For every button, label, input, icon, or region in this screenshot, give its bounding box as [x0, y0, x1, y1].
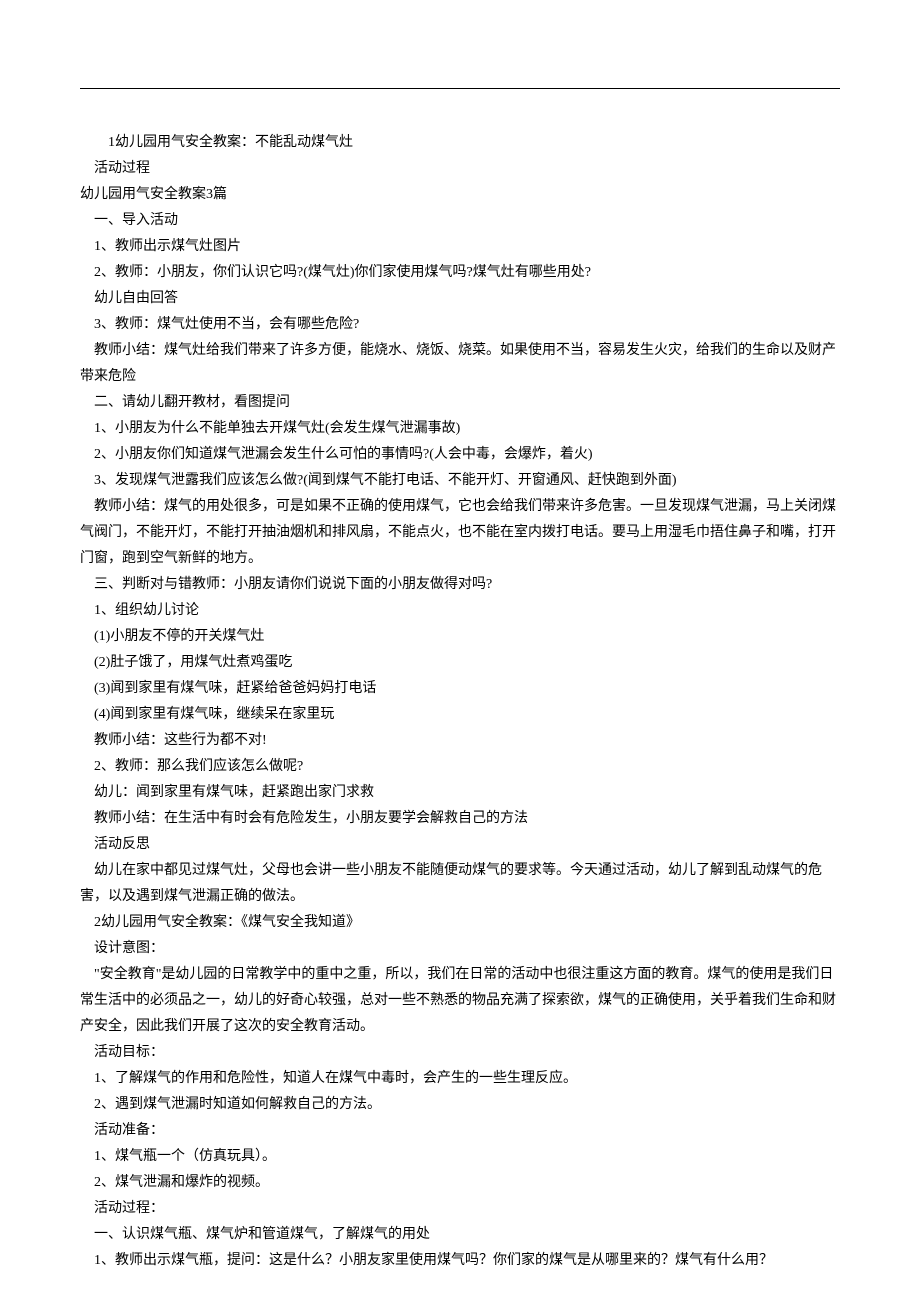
paragraph: "安全教育"是幼儿园的日常教学中的重中之重，所以，我们在日常的活动中也很注重这方… [80, 962, 840, 1040]
paragraph: (2)肚子饿了，用煤气灶煮鸡蛋吃 [80, 650, 840, 676]
paragraph: 一、认识煤气瓶、煤气炉和管道煤气，了解煤气的用处 [80, 1222, 840, 1248]
paragraph: 活动准备： [80, 1118, 840, 1144]
paragraph: 1、小朋友为什么不能单独去开煤气灶(会发生煤气泄漏事故) [80, 416, 840, 442]
paragraph: 1幼儿园用气安全教案：不能乱动煤气灶 [80, 130, 840, 156]
paragraph: 教师小结：在生活中有时会有危险发生，小朋友要学会解救自己的方法 [80, 806, 840, 832]
paragraph: 幼儿在家中都见过煤气灶，父母也会讲一些小朋友不能随便动煤气的要求等。今天通过活动… [80, 858, 840, 910]
paragraph: 一、导入活动 [80, 208, 840, 234]
paragraph: 2、遇到煤气泄漏时知道如何解救自己的方法。 [80, 1092, 840, 1118]
paragraph: 1、组织幼儿讨论 [80, 598, 840, 624]
paragraph: 2、小朋友你们知道煤气泄漏会发生什么可怕的事情吗?(人会中毒，会爆炸，着火) [80, 442, 840, 468]
paragraph: 教师小结：煤气的用处很多，可是如果不正确的使用煤气，它也会给我们带来许多危害。一… [80, 494, 840, 572]
paragraph: 2幼儿园用气安全教案：《煤气安全我知道》 [80, 910, 840, 936]
paragraph: 活动目标： [80, 1040, 840, 1066]
paragraph: 二、请幼儿翻开教材，看图提问 [80, 390, 840, 416]
paragraph: (1)小朋友不停的开关煤气灶 [80, 624, 840, 650]
paragraph: 1、了解煤气的作用和危险性，知道人在煤气中毒时，会产生的一些生理反应。 [80, 1066, 840, 1092]
paragraph: 3、教师：煤气灶使用不当，会有哪些危险? [80, 312, 840, 338]
paragraph: 幼儿园用气安全教案3篇 [80, 182, 840, 208]
page: 1幼儿园用气安全教案：不能乱动煤气灶活动过程幼儿园用气安全教案3篇一、导入活动1… [0, 0, 920, 1302]
header-divider [80, 88, 840, 89]
paragraph: 2、煤气泄漏和爆炸的视频。 [80, 1170, 840, 1196]
paragraph: 活动过程 [80, 156, 840, 182]
paragraph: 活动反思 [80, 832, 840, 858]
paragraph: (3)闻到家里有煤气味，赶紧给爸爸妈妈打电话 [80, 676, 840, 702]
paragraph: 幼儿自由回答 [80, 286, 840, 312]
paragraph: 3、发现煤气泄露我们应该怎么做?(闻到煤气不能打电话、不能开灯、开窗通风、赶快跑… [80, 468, 840, 494]
paragraph: 教师小结：这些行为都不对! [80, 728, 840, 754]
paragraph: 1、煤气瓶一个（仿真玩具）。 [80, 1144, 840, 1170]
paragraph: 三、判断对与错教师：小朋友请你们说说下面的小朋友做得对吗? [80, 572, 840, 598]
paragraph: 2、教师：小朋友，你们认识它吗?(煤气灶)你们家使用煤气吗?煤气灶有哪些用处? [80, 260, 840, 286]
paragraph: 1、教师出示煤气瓶，提问：这是什么？小朋友家里使用煤气吗？你们家的煤气是从哪里来… [80, 1248, 840, 1274]
paragraph: (4)闻到家里有煤气味，继续呆在家里玩 [80, 702, 840, 728]
paragraph: 活动过程： [80, 1196, 840, 1222]
paragraph: 教师小结：煤气灶给我们带来了许多方便，能烧水、烧饭、烧菜。如果使用不当，容易发生… [80, 338, 840, 390]
paragraph: 1、教师出示煤气灶图片 [80, 234, 840, 260]
paragraph: 设计意图： [80, 936, 840, 962]
paragraph: 幼儿：闻到家里有煤气味，赶紧跑出家门求救 [80, 780, 840, 806]
document-body: 1幼儿园用气安全教案：不能乱动煤气灶活动过程幼儿园用气安全教案3篇一、导入活动1… [80, 0, 840, 1274]
paragraph: 2、教师：那么我们应该怎么做呢? [80, 754, 840, 780]
